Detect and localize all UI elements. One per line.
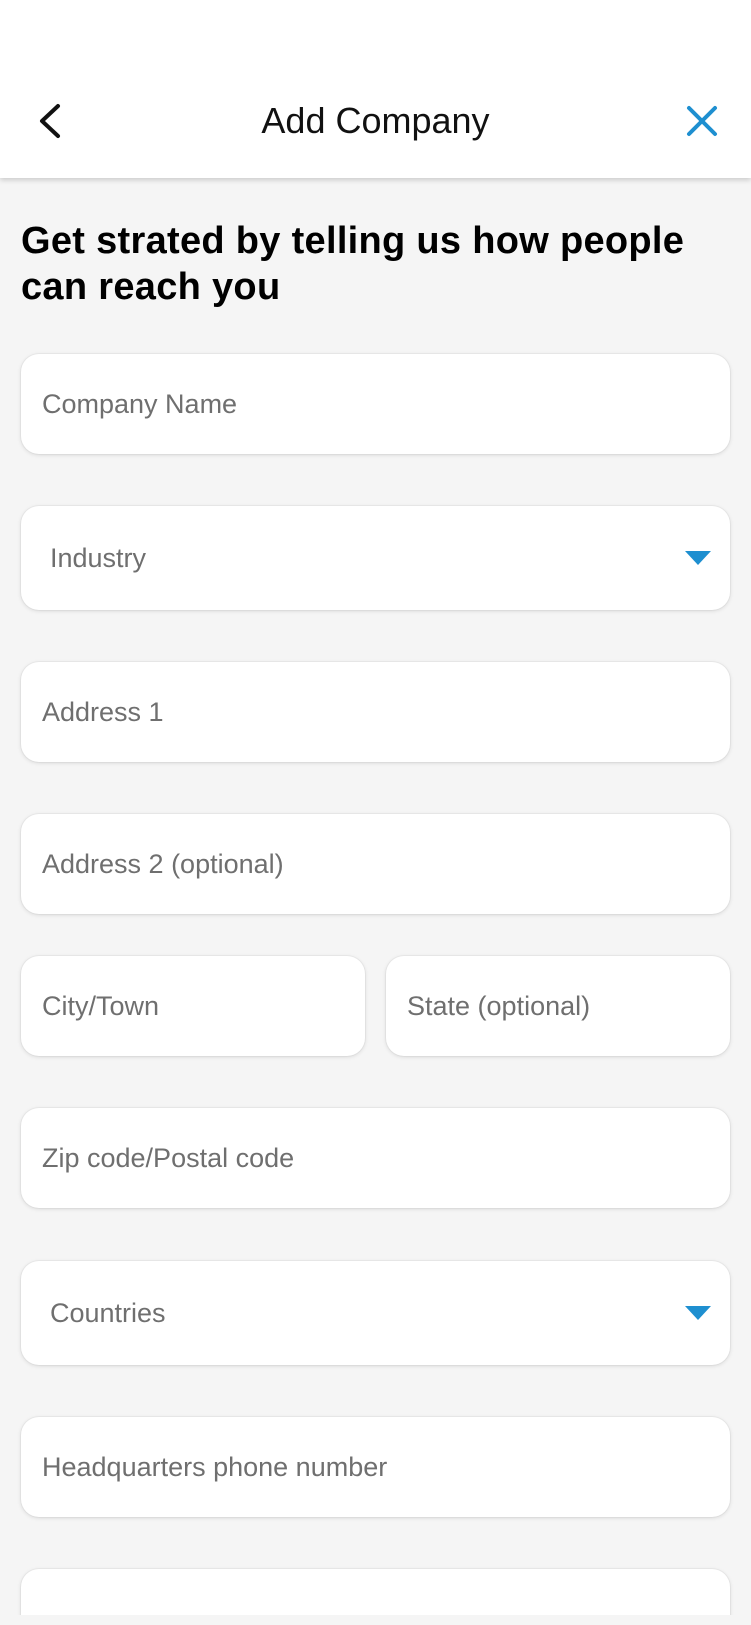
- bottom-edge: [0, 1615, 751, 1625]
- countries-select[interactable]: Countries: [21, 1261, 730, 1365]
- company-name-field: [21, 354, 730, 454]
- back-button[interactable]: [28, 95, 72, 147]
- form-content: Get strated by telling us how people can…: [0, 178, 751, 1615]
- close-button[interactable]: [676, 95, 728, 147]
- zip-input[interactable]: [21, 1108, 730, 1208]
- state-field: [386, 956, 730, 1056]
- address2-field: [21, 814, 730, 914]
- website-field: [21, 1569, 730, 1615]
- address2-input[interactable]: [21, 814, 730, 914]
- hq-phone-field: [21, 1417, 730, 1517]
- zip-field: [21, 1108, 730, 1208]
- website-input[interactable]: [21, 1569, 730, 1615]
- form-heading: Get strated by telling us how people can…: [21, 220, 685, 308]
- industry-select[interactable]: Industry: [21, 506, 730, 610]
- company-name-input[interactable]: [21, 354, 730, 454]
- dropdown-caret-icon: [685, 551, 711, 565]
- address1-field: [21, 662, 730, 762]
- industry-select-label: Industry: [50, 542, 147, 573]
- close-icon: [687, 106, 717, 136]
- hq-phone-input[interactable]: [21, 1417, 730, 1517]
- dropdown-caret-icon: [685, 1306, 711, 1320]
- chevron-left-icon: [40, 104, 60, 138]
- state-input[interactable]: [386, 956, 730, 1056]
- page-title: Add Company: [261, 100, 490, 141]
- city-input[interactable]: [21, 956, 365, 1056]
- city-field: [21, 956, 365, 1056]
- address1-input[interactable]: [21, 662, 730, 762]
- countries-select-label: Countries: [50, 1297, 166, 1328]
- app-bar: Add Company: [0, 0, 751, 178]
